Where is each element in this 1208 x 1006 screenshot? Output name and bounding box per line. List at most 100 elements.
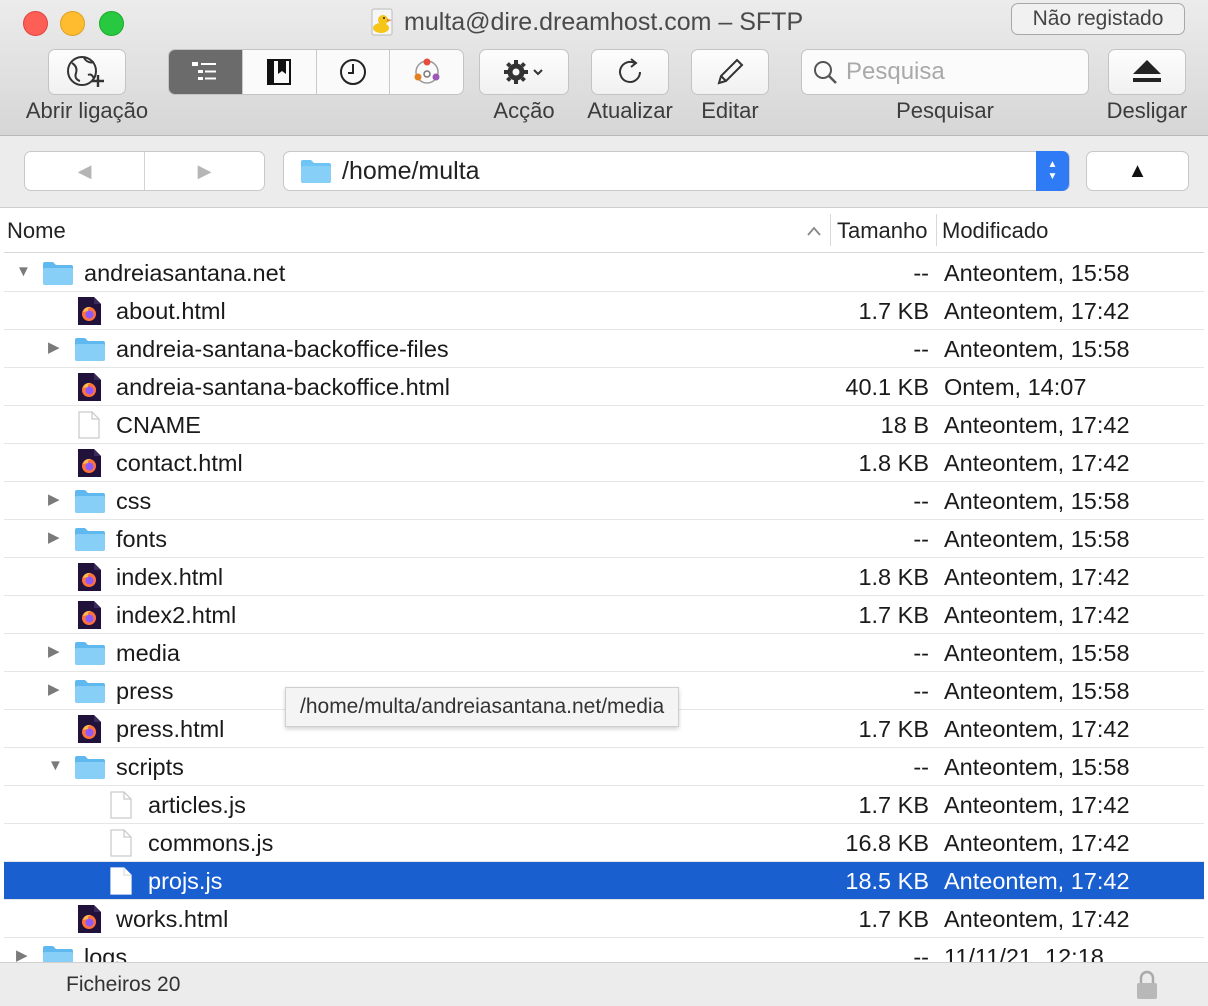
file-row[interactable]: projs.js 18.5 KB Anteontem, 17:42 xyxy=(4,862,1204,900)
open-connection-label: Abrir ligação xyxy=(25,98,149,123)
file-name: works.html xyxy=(116,906,229,932)
file-name: andreia-santana-backoffice-files xyxy=(116,336,449,362)
disconnect-button[interactable] xyxy=(1108,49,1186,95)
file-row[interactable]: andreia-santana-backoffice.html 40.1 KB On… xyxy=(4,368,1204,406)
column-divider[interactable] xyxy=(936,214,937,246)
file-list[interactable]: ▼ andreiasantana.net -- Anteontem, 15:58 abo… xyxy=(4,254,1204,962)
action-label: Acção xyxy=(493,98,555,123)
zoom-window-button[interactable] xyxy=(99,11,124,36)
file-row[interactable]: ▼ scripts -- Anteontem, 15:58 xyxy=(4,748,1204,786)
html-file-icon xyxy=(74,297,104,325)
globe-plus-icon xyxy=(67,56,104,87)
lock-icon[interactable] xyxy=(1134,969,1160,1001)
html-file-icon xyxy=(74,373,104,401)
window-title-text: multa@dire.dreamhost.com – SFTP xyxy=(404,7,804,36)
file-row[interactable]: ▶ andreia-santana-backoffice-files -- Anteo… xyxy=(4,330,1204,368)
file-size: -- xyxy=(913,678,929,704)
file-modified: Anteontem, 17:42 xyxy=(944,906,1130,932)
file-size: 1.7 KB xyxy=(858,906,929,932)
outline-view-button[interactable] xyxy=(169,50,243,94)
close-window-button[interactable] xyxy=(23,11,48,36)
registration-button[interactable]: Não registado xyxy=(1011,3,1185,35)
file-size: 40.1 KB xyxy=(845,374,929,400)
refresh-icon xyxy=(619,58,641,83)
file-row[interactable]: articles.js 1.7 KB Anteontem, 17:42 xyxy=(4,786,1204,824)
column-header-size[interactable]: Tamanho xyxy=(837,208,928,253)
file-row[interactable]: ▶ css -- Anteontem, 15:58 xyxy=(4,482,1204,520)
file-size: 1.7 KB xyxy=(858,792,929,818)
file-row[interactable]: ▼ andreiasantana.net -- Anteontem, 15:58 xyxy=(4,254,1204,292)
file-row[interactable]: index2.html 1.7 KB Anteontem, 17:42 xyxy=(4,596,1204,634)
file-modified: Anteontem, 17:42 xyxy=(944,792,1130,818)
html-file-icon xyxy=(74,449,104,477)
disclosure-collapsed-icon[interactable]: ▶ xyxy=(48,530,64,546)
file-name: articles.js xyxy=(148,792,246,818)
file-count: Ficheiros 20 xyxy=(66,973,181,996)
column-header-name[interactable]: Nome xyxy=(7,208,827,253)
file-size: 16.8 KB xyxy=(845,830,929,856)
file-modified: Anteontem, 17:42 xyxy=(944,830,1130,856)
history-view-button[interactable] xyxy=(317,50,391,94)
file-modified: Ontem, 14:07 xyxy=(944,374,1087,400)
file-row[interactable]: ▶ fonts -- Anteontem, 15:58 xyxy=(4,520,1204,558)
folder-icon xyxy=(74,639,105,667)
bonjour-view-button[interactable] xyxy=(390,50,463,94)
edit-label: Editar xyxy=(701,98,759,123)
gear-dropdown-icon xyxy=(504,60,543,84)
folder-icon xyxy=(74,335,105,363)
path-popup-button[interactable]: /home/multa ▲ ▼ xyxy=(283,151,1070,191)
folder-icon xyxy=(301,160,331,183)
file-row[interactable]: commons.js 16.8 KB Anteontem, 17:42 xyxy=(4,824,1204,862)
search-field[interactable] xyxy=(801,49,1089,95)
eject-icon xyxy=(1133,60,1161,82)
disclosure-collapsed-icon[interactable]: ▶ xyxy=(48,644,64,660)
disclosure-collapsed-icon[interactable]: ▶ xyxy=(48,492,64,508)
disclosure-collapsed-icon[interactable]: ▶ xyxy=(16,948,32,963)
file-size: -- xyxy=(913,260,929,286)
file-size: -- xyxy=(913,944,929,962)
view-mode-segmented-control[interactable] xyxy=(168,49,464,95)
file-row[interactable]: ▶ logs -- 11/11/21, 12:18 xyxy=(4,938,1204,962)
column-divider[interactable] xyxy=(830,214,831,246)
file-row[interactable]: index.html 1.8 KB Anteontem, 17:42 xyxy=(4,558,1204,596)
file-name: index.html xyxy=(116,564,224,590)
file-name: CNAME xyxy=(116,412,201,438)
refresh-button[interactable] xyxy=(591,49,669,95)
pencil-icon xyxy=(717,58,744,85)
back-button[interactable]: ◀ xyxy=(25,152,145,190)
navigation-bar: ◀ ▶ /home/multa ▲ ▼ ▲ xyxy=(0,136,1208,208)
disclosure-collapsed-icon[interactable]: ▶ xyxy=(48,340,64,356)
file-size: 1.8 KB xyxy=(858,564,929,590)
window-title: multa@dire.dreamhost.com – SFTP xyxy=(370,6,803,38)
file-modified: Anteontem, 15:58 xyxy=(944,488,1130,514)
column-header-name-label: Nome xyxy=(7,217,66,243)
parent-directory-button[interactable]: ▲ xyxy=(1086,151,1189,191)
file-name: commons.js xyxy=(148,830,274,856)
open-connection-button[interactable] xyxy=(48,49,126,95)
document-icon xyxy=(106,867,136,895)
column-header-modified[interactable]: Modificado xyxy=(942,208,1048,253)
forward-button[interactable]: ▶ xyxy=(145,152,264,190)
search-input[interactable] xyxy=(846,58,1076,86)
action-menu-button[interactable] xyxy=(479,49,569,95)
file-row[interactable]: ▶ media -- Anteontem, 15:58 xyxy=(4,634,1204,672)
file-row[interactable]: about.html 1.7 KB Anteontem, 17:42 xyxy=(4,292,1204,330)
path-dropdown-stepper-icon[interactable]: ▲ ▼ xyxy=(1036,151,1069,191)
edit-button[interactable] xyxy=(691,49,769,95)
file-name: press xyxy=(116,678,174,704)
history-nav-control[interactable]: ◀ ▶ xyxy=(24,151,265,191)
minimize-window-button[interactable] xyxy=(60,11,85,36)
disclosure-expanded-icon[interactable]: ▼ xyxy=(16,264,32,280)
disclosure-collapsed-icon[interactable]: ▶ xyxy=(48,682,64,698)
file-name: fonts xyxy=(116,526,167,552)
folder-icon xyxy=(42,259,73,287)
file-row[interactable]: CNAME 18 B Anteontem, 17:42 xyxy=(4,406,1204,444)
bookmarks-view-button[interactable] xyxy=(243,50,317,94)
file-row[interactable]: works.html 1.7 KB Anteontem, 17:42 xyxy=(4,900,1204,938)
file-modified: Anteontem, 15:58 xyxy=(944,754,1130,780)
file-row[interactable]: contact.html 1.8 KB Anteontem, 17:42 xyxy=(4,444,1204,482)
refresh-label: Atualizar xyxy=(587,98,673,123)
file-size: -- xyxy=(913,336,929,362)
disclosure-expanded-icon[interactable]: ▼ xyxy=(48,758,64,774)
path-tooltip: /home/multa/andreiasantana.net/media xyxy=(285,687,680,727)
